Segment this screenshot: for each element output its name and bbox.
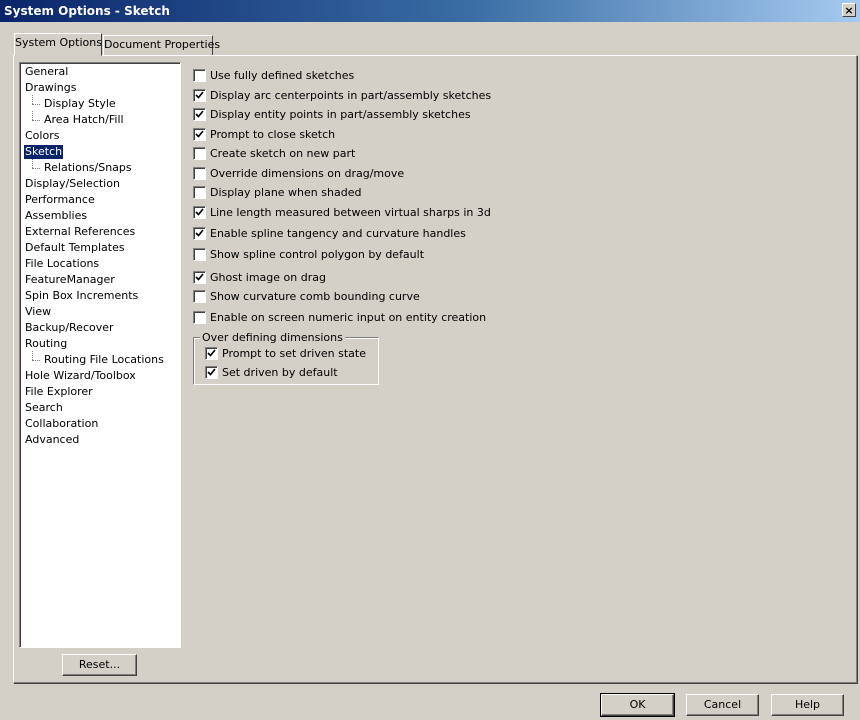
- tree-item-external-references[interactable]: External References: [24, 225, 136, 239]
- option-5-label: Override dimensions on drag/move: [210, 167, 405, 180]
- tree-item-view[interactable]: View: [24, 305, 52, 319]
- tree-item-performance[interactable]: Performance: [24, 193, 96, 207]
- option-12-checkbox[interactable]: [193, 311, 206, 324]
- option-1-label: Display arc centerpoints in part/assembl…: [210, 89, 492, 102]
- check-mark-icon: [195, 130, 204, 138]
- group-option-0-label: Prompt to set driven state: [222, 347, 366, 360]
- option-9-label: Show spline control polygon by default: [210, 248, 425, 261]
- option-4-label: Create sketch on new part: [210, 147, 356, 160]
- reset-button[interactable]: Reset...: [62, 654, 137, 676]
- option-8-label: Enable spline tangency and curvature han…: [210, 227, 466, 240]
- tree-item-drawings[interactable]: Drawings: [24, 81, 77, 95]
- tree-connector: [32, 104, 40, 105]
- tree-connector: [32, 95, 33, 104]
- tree-item-search[interactable]: Search: [24, 401, 64, 415]
- tree-connector: [32, 351, 33, 360]
- option-0-label: Use fully defined sketches: [210, 69, 355, 82]
- check-mark-icon: [195, 273, 204, 281]
- tree-item-routing-file-locations[interactable]: Routing File Locations: [43, 353, 165, 367]
- tree-item-display-style[interactable]: Display Style: [43, 97, 117, 111]
- tree-item-colors[interactable]: Colors: [24, 129, 60, 143]
- option-11-checkbox[interactable]: [193, 290, 206, 303]
- group-option-0-checkbox[interactable]: [205, 347, 218, 360]
- tab-label: System Options: [15, 36, 102, 49]
- tree-item-display-selection[interactable]: Display/Selection: [24, 177, 121, 191]
- tree-connector: [32, 111, 33, 120]
- tree-item-file-explorer[interactable]: File Explorer: [24, 385, 94, 399]
- check-mark-icon: [195, 208, 204, 216]
- check-mark-icon: [195, 91, 204, 99]
- tree-item-routing[interactable]: Routing: [24, 337, 68, 351]
- option-6-checkbox[interactable]: [193, 186, 206, 199]
- tab-document-properties[interactable]: Document Properties: [103, 35, 220, 55]
- title-bar: System Options - Sketch ×: [0, 0, 860, 22]
- option-3-checkbox[interactable]: [193, 128, 206, 141]
- ok-button[interactable]: OK: [600, 693, 675, 717]
- tab-label: Document Properties: [104, 38, 221, 51]
- option-3-label: Prompt to close sketch: [210, 128, 336, 141]
- option-11-label: Show curvature comb bounding curve: [210, 290, 420, 303]
- tree-connector: [32, 120, 40, 121]
- tree-connector: [32, 168, 40, 169]
- check-mark-icon: [207, 349, 216, 357]
- check-mark-icon: [195, 229, 204, 237]
- tree-item-area-hatch-fill[interactable]: Area Hatch/Fill: [43, 113, 125, 127]
- option-6-label: Display plane when shaded: [210, 186, 362, 199]
- tree-item-backup-recover[interactable]: Backup/Recover: [24, 321, 115, 335]
- close-icon[interactable]: ×: [842, 3, 856, 17]
- tree-connector: [32, 360, 40, 361]
- group-option-1-checkbox[interactable]: [205, 366, 218, 379]
- tree-item-advanced[interactable]: Advanced: [24, 433, 80, 447]
- option-9-checkbox[interactable]: [193, 248, 206, 261]
- option-7-checkbox[interactable]: [193, 206, 206, 219]
- help-button[interactable]: Help: [771, 694, 844, 716]
- check-mark-icon: [195, 110, 204, 118]
- tree-connector: [32, 159, 33, 168]
- tree-item-hole-wizard-toolbox[interactable]: Hole Wizard/Toolbox: [24, 369, 137, 383]
- option-10-checkbox[interactable]: [193, 271, 206, 284]
- option-10-label: Ghost image on drag: [210, 271, 326, 284]
- option-0-checkbox[interactable]: [193, 69, 206, 82]
- options-tree[interactable]: General Drawings Display Style Area Hatch/F…: [19, 62, 181, 648]
- option-5-checkbox[interactable]: [193, 167, 206, 180]
- check-mark-icon: [207, 368, 216, 376]
- option-4-checkbox[interactable]: [193, 147, 206, 160]
- option-2-checkbox[interactable]: [193, 108, 206, 121]
- tab-system-options[interactable]: System Options: [14, 33, 102, 56]
- tree-item-sketch[interactable]: Sketch: [24, 145, 64, 159]
- tree-item-spin-box-increments[interactable]: Spin Box Increments: [24, 289, 139, 303]
- option-12-label: Enable on screen numeric input on entity…: [210, 311, 487, 324]
- tree-item-default-templates[interactable]: Default Templates: [24, 241, 126, 255]
- tree-item-featuremanager[interactable]: FeatureManager: [24, 273, 116, 287]
- group-option-1-label: Set driven by default: [222, 366, 338, 379]
- tree-item-collaboration[interactable]: Collaboration: [24, 417, 99, 431]
- tree-item-relations-snaps[interactable]: Relations/Snaps: [43, 161, 133, 175]
- window-title: System Options - Sketch: [4, 4, 170, 18]
- option-7-label: Line length measured between virtual sha…: [210, 206, 491, 219]
- option-8-checkbox[interactable]: [193, 227, 206, 240]
- tree-item-general[interactable]: General: [24, 65, 69, 79]
- tree-item-file-locations[interactable]: File Locations: [24, 257, 100, 271]
- group-title: Over defining dimensions: [200, 331, 345, 344]
- tree-item-assemblies[interactable]: Assemblies: [24, 209, 88, 223]
- option-1-checkbox[interactable]: [193, 89, 206, 102]
- cancel-button[interactable]: Cancel: [686, 694, 759, 716]
- option-2-label: Display entity points in part/assembly s…: [210, 108, 471, 121]
